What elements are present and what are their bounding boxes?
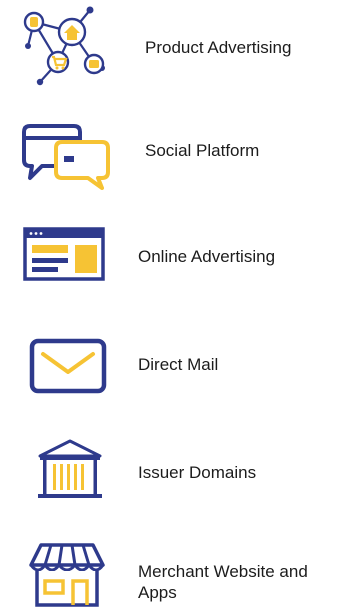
storefront-icon — [29, 543, 105, 607]
channel-label: Issuer Domains — [138, 463, 257, 482]
envelope-icon — [29, 338, 107, 394]
channel-item-direct-mail: Direct Mail — [0, 330, 358, 400]
channel-label: Online Advertising — [138, 247, 276, 266]
channel-item-online-advertising: Online Advertising — [0, 220, 358, 290]
channel-label: Social Platform — [145, 141, 260, 160]
bank-building-icon — [38, 439, 102, 498]
channel-item-merchant-website-and-apps: Merchant Website and Apps — [0, 535, 358, 614]
channel-item-social-platform: Social Platform — [0, 110, 358, 200]
channel-item-product-advertising: Product Advertising — [0, 0, 358, 90]
channel-label: Direct Mail — [138, 355, 219, 374]
chat-bubbles-icon — [22, 124, 110, 190]
channel-label: Product Advertising — [145, 38, 292, 57]
channel-label: Merchant Website and Apps — [138, 562, 308, 602]
channel-item-issuer-domains: Issuer Domains — [0, 430, 358, 510]
browser-window-icon — [23, 227, 105, 281]
network-icon — [23, 6, 105, 86]
